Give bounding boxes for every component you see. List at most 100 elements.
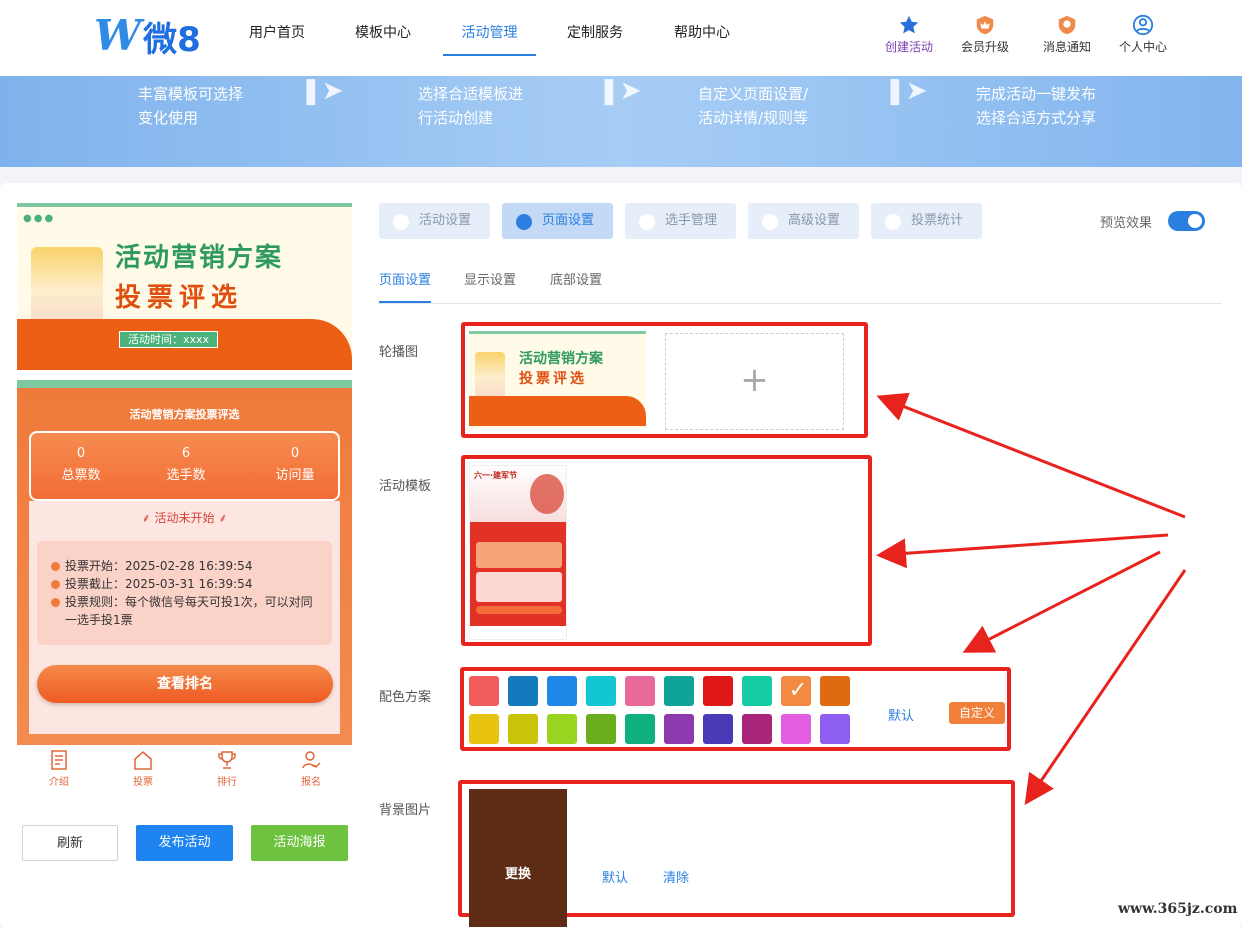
subtab-display-settings[interactable]: 显示设置 [464, 269, 516, 288]
home-icon [134, 751, 152, 770]
logo[interactable]: W 微8 [94, 14, 201, 60]
tab-intro[interactable]: 介绍 [17, 749, 101, 788]
document-icon [51, 750, 67, 770]
color-swatch[interactable] [586, 676, 616, 706]
color-swatch[interactable] [703, 714, 733, 744]
member-upgrade-button[interactable]: 会员升级 [950, 14, 1020, 55]
user-check-icon [302, 751, 321, 769]
color-swatch[interactable] [547, 714, 577, 744]
activity-poster-button[interactable]: 活动海报 [251, 825, 348, 861]
arrow-right-icon: ❚➤ [884, 76, 928, 106]
color-swatch[interactable] [781, 714, 811, 744]
color-swatch[interactable] [469, 714, 499, 744]
color-swatch[interactable] [664, 714, 694, 744]
color-scheme-label: 配色方案 [379, 690, 432, 705]
rules-box: 投票开始：2025-02-28 16:39:54 投票截止：2025-03-31… [37, 541, 332, 645]
tab-page-settings[interactable]: 页面设置 [502, 203, 613, 239]
layout-icon [516, 214, 532, 230]
color-swatch[interactable] [664, 676, 694, 706]
color-default-button[interactable]: 默认 [888, 705, 914, 724]
profile-button[interactable]: 个人中心 [1108, 14, 1178, 55]
publish-activity-button[interactable]: 发布活动 [136, 825, 233, 861]
tab-signup[interactable]: 报名 [269, 749, 353, 788]
color-swatch[interactable] [742, 714, 772, 744]
subtab-page-settings[interactable]: 页面设置 [379, 269, 432, 303]
template-thumbnail[interactable]: 六一·建军节 [469, 465, 567, 640]
nav-custom-service[interactable]: 定制服务 [567, 22, 623, 42]
template-label: 活动模板 [379, 479, 432, 494]
background-change-button[interactable]: 更换 [469, 789, 567, 927]
watermark: www.365jz.com [1118, 901, 1238, 917]
banner-step-1: 丰富模板可选择 变化使用 [138, 85, 244, 127]
color-swatch[interactable] [703, 676, 733, 706]
cover-subtitle: 投票评选 [115, 283, 244, 313]
view-ranking-button[interactable]: 查看排名 [37, 665, 333, 703]
cover-time-badge: 活动时间：xxxx [119, 331, 219, 348]
stats-box: 0 总票数 6 选手数 0 访问量 [29, 431, 340, 501]
background-default-link[interactable]: 默认 [602, 867, 628, 886]
color-swatch[interactable] [820, 714, 850, 744]
background-image-label: 背景图片 [379, 803, 432, 818]
highlight-box-colors [460, 667, 1011, 751]
stat-total-votes: 0 总票数 [61, 446, 101, 483]
color-swatch[interactable] [625, 676, 655, 706]
chart-icon [885, 214, 901, 230]
phone-top-strip [17, 380, 352, 388]
user-icon [639, 214, 655, 230]
nav-help[interactable]: 帮助中心 [674, 22, 730, 42]
color-custom-button[interactable]: 自定义 [949, 702, 1005, 724]
color-swatch[interactable] [547, 676, 577, 706]
cover-title: 活动营销方案 [115, 243, 284, 273]
stat-contestants: 6 选手数 [166, 446, 206, 483]
subtab-divider [378, 303, 1222, 304]
tab-advanced-settings[interactable]: 高级设置 [748, 203, 859, 239]
arrow-right-icon: ❚➤ [598, 76, 642, 106]
color-swatch[interactable] [469, 676, 499, 706]
tab-rank[interactable]: 排行 [185, 749, 269, 788]
carousel-thumbnail[interactable]: 活动营销方案 投票评选 [469, 331, 646, 429]
preview-phone: 活动营销方案投票评选 0 总票数 6 选手数 0 访问量 ⸙ 活动未开始 ⸙ 投票开始… [17, 380, 352, 745]
banner-step-2: 选择合适模板进 行活动创建 [418, 85, 524, 127]
rule-end: 投票截止：2025-03-31 16:39:54 [51, 575, 318, 593]
banner-step-3: 自定义页面设置/活动详情/规则等 [698, 85, 809, 127]
color-swatch[interactable] [781, 676, 811, 706]
tab-vote-stats[interactable]: 投票统计 [871, 203, 982, 239]
preview-page-title: 活动营销方案投票评选 [129, 408, 240, 421]
color-swatch[interactable] [586, 714, 616, 744]
color-swatch[interactable] [742, 676, 772, 706]
bell-shield-icon [1058, 15, 1076, 35]
nav-home[interactable]: 用户首页 [249, 22, 305, 42]
tab-contestant-management[interactable]: 选手管理 [625, 203, 736, 239]
user-circle-icon [1132, 14, 1154, 36]
color-swatch[interactable] [625, 714, 655, 744]
preview-body: ⸙ 活动未开始 ⸙ 投票开始：2025-02-28 16:39:54 投票截止：… [29, 501, 340, 734]
subtab-footer-settings[interactable]: 底部设置 [550, 269, 602, 288]
preview-toggle[interactable] [1168, 211, 1205, 231]
tab-vote[interactable]: 投票 [101, 749, 185, 788]
preview-cover: ●●● 活动营销方案 投票评选 活动时间：xxxx [17, 203, 352, 370]
rule-start: 投票开始：2025-02-28 16:39:54 [51, 557, 318, 575]
carousel-label: 轮播图 [379, 345, 419, 360]
background-clear-link[interactable]: 清除 [663, 867, 689, 886]
sliders-icon [762, 214, 778, 230]
dots-icon: ●●● [23, 213, 56, 224]
color-swatch[interactable] [508, 714, 538, 744]
refresh-button[interactable]: 刷新 [22, 825, 118, 861]
notifications-button[interactable]: 消息通知 [1032, 14, 1102, 55]
carousel-add-button[interactable]: + [665, 333, 844, 430]
nav-activity-management[interactable]: 活动管理 [443, 22, 536, 56]
banner-step-4: 完成活动一键发布 选择合适方式分享 [976, 85, 1097, 127]
trophy-icon [218, 751, 236, 769]
color-swatch[interactable] [820, 676, 850, 706]
create-activity-button[interactable]: 创建活动 [874, 14, 944, 55]
nav-templates[interactable]: 模板中心 [355, 22, 411, 42]
tab-activity-settings[interactable]: 活动设置 [379, 203, 490, 239]
color-swatch[interactable] [508, 676, 538, 706]
shield-icon [393, 214, 409, 230]
preview-tabbar: 介绍 投票 排行 报名 [17, 745, 352, 795]
crown-shield-icon [976, 15, 994, 35]
activity-status: ⸙ 活动未开始 ⸙ [141, 511, 228, 525]
stat-visits: 0 访问量 [275, 446, 315, 483]
star-icon [899, 15, 919, 34]
rule-detail: 投票规则：每个微信号每天可投1次，可以对同一选手投1票 [51, 593, 318, 629]
